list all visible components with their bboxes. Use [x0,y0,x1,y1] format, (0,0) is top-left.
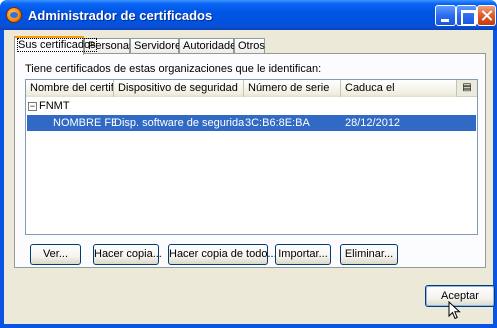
column-picker-icon[interactable]: ▤ [457,80,477,97]
certificate-tree[interactable]: Nombre del certifi... Dispositivo de seg… [25,79,478,235]
column-header-caduca[interactable]: Caduca el [341,80,457,97]
cell-numero-serie: 3C:B6:8E:BA [245,117,310,129]
mouse-cursor-icon [448,301,461,320]
tab-panel: Tiene certificados de estas organizacion… [14,53,486,268]
dialog-client-area: Sus certificados Personas Servidores Aut… [4,30,495,324]
hacer-copia-todo-button[interactable]: Hacer copia de todo... [168,244,277,265]
column-header-numero-serie[interactable]: Número de serie [244,80,341,97]
title-bar[interactable]: Administrador de certificados [0,0,497,30]
importar-button[interactable]: Importar... [275,244,331,265]
certificate-manager-window: Administrador de certificados Sus certif… [0,0,497,328]
eliminar-button[interactable]: Eliminar... [340,244,398,265]
minimize-button[interactable] [435,5,456,26]
tree-header: Nombre del certifi... Dispositivo de seg… [26,80,477,97]
tab-autoridades[interactable]: Autoridades [179,38,242,54]
cell-caduca: 28/12/2012 [345,117,401,129]
column-header-nombre[interactable]: Nombre del certifi... [26,80,114,97]
hacer-copia-button[interactable]: Hacer copia... [93,244,162,265]
intro-text: Tiene certificados de estas organizacion… [25,63,322,75]
table-row[interactable]: NOMBRE FER... Disp. software de segurida… [27,115,476,131]
maximize-button[interactable] [456,5,477,26]
tab-otros[interactable]: Otros [234,38,265,54]
firefox-icon [6,7,22,23]
window-title: Administrador de certificados [28,8,213,23]
ver-button[interactable]: Ver... [30,244,81,265]
collapse-icon[interactable]: − [28,101,37,111]
cell-dispositivo: Disp. software de seguridad [114,117,244,129]
close-button[interactable] [477,5,496,26]
group-name: FNMT [39,100,70,112]
cell-nombre: NOMBRE FER... [53,117,115,129]
tab-servidores[interactable]: Servidores [130,38,187,54]
tab-sus-certificados[interactable]: Sus certificados [14,36,97,55]
tree-group-row[interactable]: − FNMT [28,100,70,114]
column-header-dispositivo[interactable]: Dispositivo de seguridad [114,80,244,97]
